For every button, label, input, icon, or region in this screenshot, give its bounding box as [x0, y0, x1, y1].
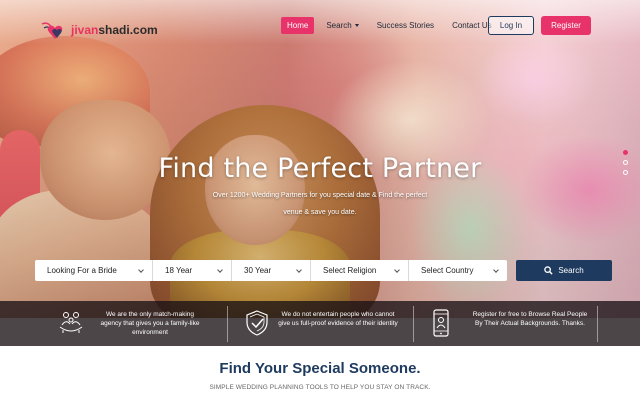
chevron-down-icon: [493, 266, 499, 273]
login-button[interactable]: Log In: [488, 16, 534, 35]
feature-text-register: Register for free to Browse Real People …: [472, 311, 588, 327]
age-to-value: 30 Year: [244, 266, 272, 275]
site-header: jivanshadi.com Home Search Success Stori…: [0, 0, 640, 52]
search-icon: [544, 266, 553, 275]
hero-title: Find the Perfect Partner: [158, 153, 482, 184]
nav-item-search[interactable]: Search: [320, 17, 364, 34]
site-logo[interactable]: jivanshadi.com: [40, 19, 158, 41]
family-icon: [59, 312, 83, 333]
hero-subtitle: Over 1200+ Wedding Partners for you spec…: [212, 192, 428, 216]
feature-strip: We are the only match-making agency that…: [0, 301, 640, 346]
logo-text: jivanshadi.com: [71, 23, 158, 37]
looking-for-value: Looking For a Bride: [47, 266, 117, 275]
feature-divider: [597, 306, 598, 342]
nav-item-search-label: Search: [326, 21, 352, 30]
feature-item-verified: We do not entertain people who cannot gi…: [228, 301, 413, 346]
country-value: Select Country: [421, 266, 474, 275]
chevron-down-icon: [217, 266, 223, 273]
chevron-down-icon: [354, 24, 359, 27]
slider-dot-3[interactable]: [623, 170, 628, 175]
slider-dot-1[interactable]: [623, 150, 628, 155]
chevron-down-icon: [138, 266, 144, 273]
slider-pagination: [623, 150, 628, 175]
search-button-label: Search: [558, 266, 584, 275]
search-form: Looking For a Bride 18 Year 30 Year Sele…: [35, 260, 507, 281]
section-title: Find Your Special Someone.: [219, 360, 421, 377]
feature-item-family: We are the only match-making agency that…: [0, 301, 213, 346]
feature-text-family: We are the only match-making agency that…: [100, 311, 200, 336]
slider-dot-2[interactable]: [623, 160, 628, 165]
feature-text-verified: We do not entertain people who cannot gi…: [278, 311, 398, 327]
heart-logo-icon: [40, 19, 70, 41]
country-select[interactable]: Select Country: [409, 260, 507, 281]
age-from-value: 18 Year: [165, 266, 193, 275]
nav-item-home[interactable]: Home: [281, 17, 315, 34]
nav-item-success-stories[interactable]: Success Stories: [371, 17, 440, 34]
main-nav: Home Search Success Stories Contact Us: [281, 17, 504, 34]
register-button[interactable]: Register: [541, 16, 591, 35]
chevron-down-icon: [394, 266, 400, 273]
chevron-down-icon: [296, 266, 302, 273]
age-to-select[interactable]: 30 Year: [232, 260, 311, 281]
shield-check-icon: [246, 310, 268, 336]
section-subtitle: SIMPLE WEDDING PLANNING TOOLS TO HELP YO…: [209, 384, 431, 391]
religion-select[interactable]: Select Religion: [311, 260, 409, 281]
search-button[interactable]: Search: [516, 260, 612, 281]
religion-value: Select Religion: [323, 266, 377, 275]
looking-for-select[interactable]: Looking For a Bride: [35, 260, 153, 281]
mobile-profile-icon: [433, 309, 449, 337]
age-from-select[interactable]: 18 Year: [153, 260, 232, 281]
feature-item-register: Register for free to Browse Real People …: [414, 301, 597, 346]
